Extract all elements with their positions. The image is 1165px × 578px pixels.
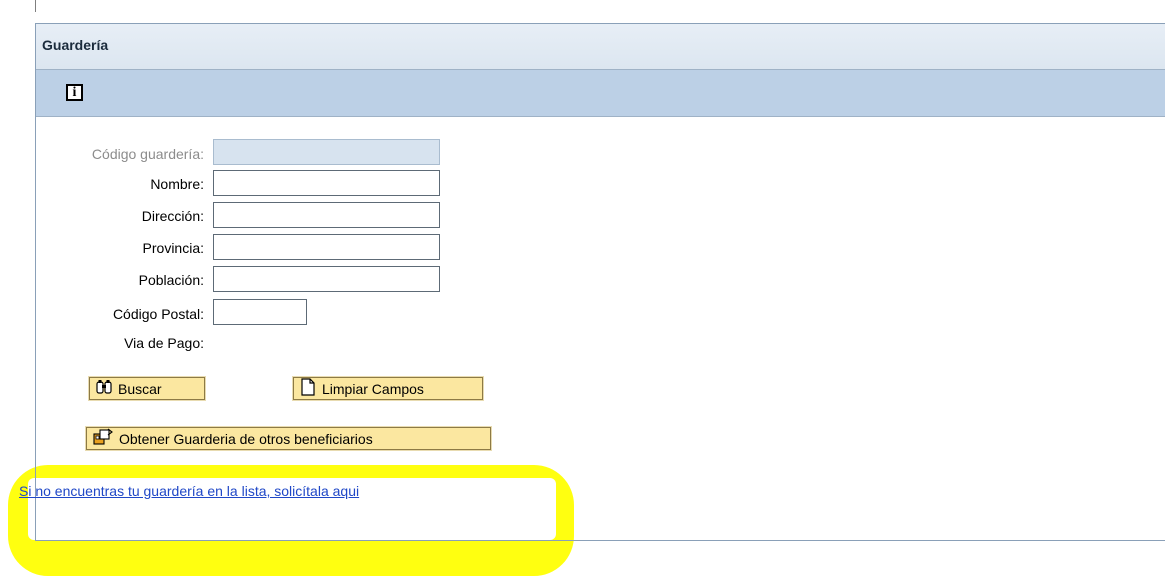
buscar-button[interactable]: Buscar [88, 376, 206, 401]
obtener-guarderia-button-label: Obtener Guarderia de otros beneficiarios [119, 430, 373, 447]
poblacion-field[interactable] [213, 266, 440, 292]
poblacion-label: Población: [138, 272, 204, 288]
direccion-label: Dirección: [141, 208, 204, 224]
panel-toolbar: i [36, 70, 1165, 117]
nombre-field[interactable] [213, 170, 440, 196]
binoculars-icon [96, 379, 112, 398]
info-icon[interactable]: i [66, 84, 83, 101]
direccion-field[interactable] [213, 202, 440, 228]
solicitar-guarderia-link[interactable]: Si no encuentras tu guardería en la list… [19, 483, 359, 499]
provincia-field[interactable] [213, 234, 440, 260]
limpiar-campos-button[interactable]: Limpiar Campos [292, 376, 484, 401]
guarderia-panel: Guardería i [35, 23, 1165, 541]
buscar-button-label: Buscar [118, 380, 162, 397]
panel-title: Guardería [42, 37, 109, 53]
copy-transfer-icon [93, 428, 113, 449]
left-edge-tick [35, 0, 36, 12]
nombre-label: Nombre: [150, 176, 204, 192]
codigo-guarderia-field[interactable] [213, 139, 440, 165]
codigo-postal-label: Código Postal: [112, 306, 204, 322]
limpiar-campos-button-label: Limpiar Campos [322, 380, 424, 397]
codigo-postal-field[interactable] [213, 299, 307, 325]
codigo-guarderia-label: Código guardería: [91, 146, 204, 162]
provincia-label: Provincia: [142, 240, 204, 256]
obtener-guarderia-button[interactable]: Obtener Guarderia de otros beneficiarios [85, 426, 492, 451]
panel-titlebar: Guardería [36, 24, 1165, 70]
via-de-pago-label: Via de Pago: [124, 335, 204, 351]
blank-document-icon [300, 378, 316, 399]
